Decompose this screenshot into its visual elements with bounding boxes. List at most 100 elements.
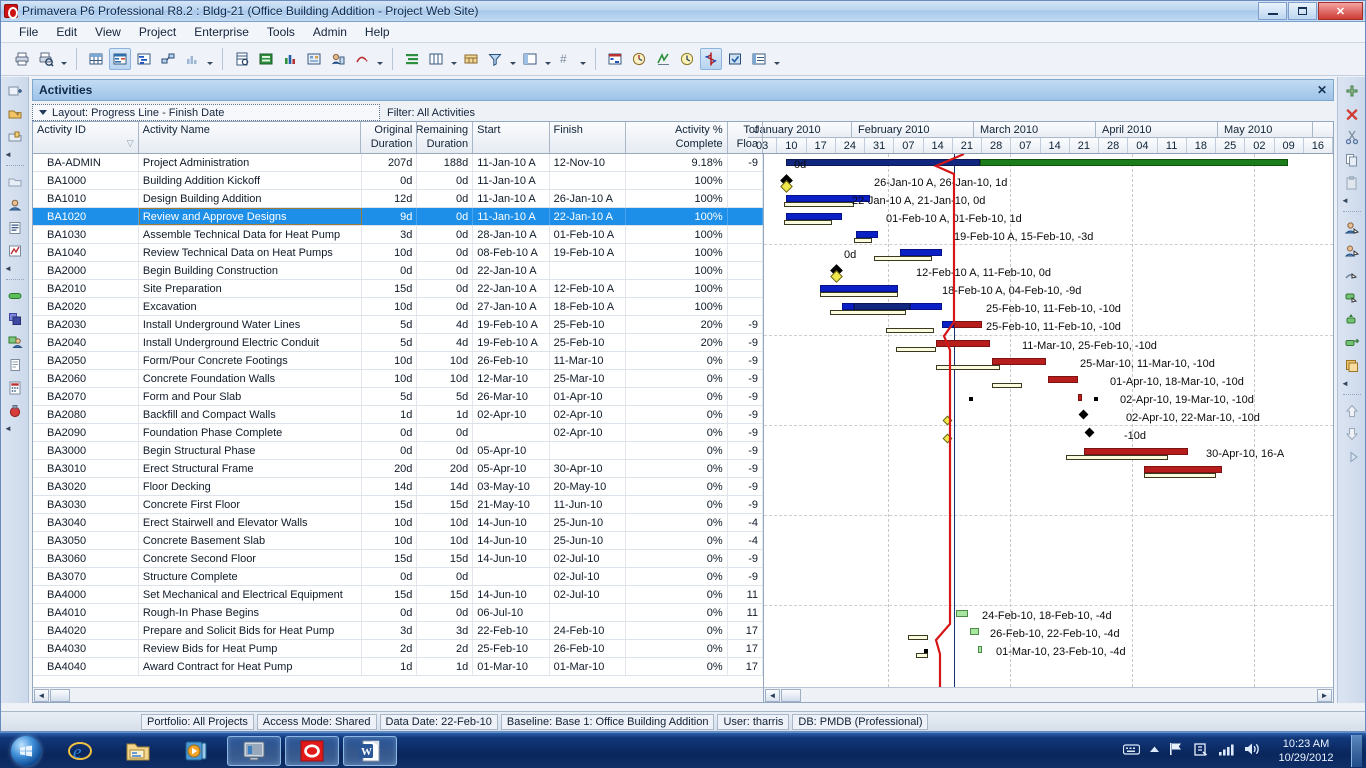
cell-id[interactable]: BA1030 [33, 226, 139, 243]
cell-id[interactable]: BA4010 [33, 604, 139, 621]
cell-finish[interactable]: 20-May-10 [550, 478, 626, 495]
cell-pct[interactable]: 0% [626, 442, 728, 459]
team-icon[interactable] [4, 332, 26, 352]
cell-tf[interactable]: 11 [728, 604, 763, 621]
cell-tf[interactable] [728, 208, 763, 225]
fill-down-icon[interactable] [1341, 356, 1363, 376]
cell-id[interactable]: BA3030 [33, 496, 139, 513]
cell-od[interactable]: 0d [362, 568, 418, 585]
cell-id[interactable]: BA2080 [33, 406, 139, 423]
cell-pct[interactable]: 0% [626, 658, 728, 675]
copy-icon[interactable] [1341, 150, 1363, 170]
column-header-activity-percent-complete[interactable]: Activity % Complete [626, 122, 728, 153]
cell-rd[interactable]: 14d [417, 478, 474, 495]
taskbar-media-player[interactable] [169, 736, 223, 766]
table-row[interactable]: BA3020 Floor Decking 14d 14d 03-May-10 20-May… [33, 478, 763, 496]
cell-start[interactable] [473, 424, 550, 441]
cell-start[interactable]: 14-Jun-10 [473, 586, 550, 603]
table-row[interactable]: BA3030 Concrete First Floor 15d 15d 21-May-1… [33, 496, 763, 514]
cell-tf[interactable]: -9 [728, 388, 763, 405]
gantt-bar[interactable] [942, 321, 954, 329]
activity-usage-profile-icon[interactable] [181, 48, 203, 70]
gantt-bar[interactable] [970, 628, 979, 636]
network-flag-icon[interactable] [1169, 742, 1185, 759]
cell-tf[interactable]: -9 [728, 370, 763, 387]
layout-selector[interactable]: Layout: Progress Line - Finish Date [32, 104, 380, 121]
cell-od[interactable]: 2d [362, 640, 418, 657]
scroll-left-icon[interactable]: ◄ [34, 688, 49, 702]
cell-name[interactable]: Concrete Basement Slab [139, 532, 362, 549]
cell-rd[interactable]: 0d [417, 208, 474, 225]
tracking-icon[interactable] [4, 241, 26, 261]
maximize-button[interactable] [1288, 2, 1317, 20]
progress-line-icon[interactable] [700, 48, 722, 70]
gantt-bar[interactable] [956, 610, 968, 618]
cell-start[interactable]: 11-Jan-10 A [473, 190, 550, 207]
column-header-start[interactable]: Start [473, 122, 550, 153]
cell-start[interactable]: 22-Feb-10 [473, 622, 550, 639]
columns-icon[interactable] [425, 48, 447, 70]
taskbar-file-explorer[interactable] [111, 736, 165, 766]
cell-rd[interactable]: 2d [417, 640, 474, 657]
table-row[interactable]: BA2080 Backfill and Compact Walls 1d 1d 02-A… [33, 406, 763, 424]
cell-id[interactable]: BA2050 [33, 352, 139, 369]
table-row[interactable]: BA4020 Prepare and Solicit Bids for Heat … [33, 622, 763, 640]
minimize-button[interactable] [1258, 2, 1287, 20]
cell-id[interactable]: BA3040 [33, 514, 139, 531]
cell-tf[interactable] [728, 298, 763, 315]
cell-pct[interactable]: 0% [626, 406, 728, 423]
cell-id[interactable]: BA2070 [33, 388, 139, 405]
gantt-bar[interactable] [854, 303, 910, 311]
table-row[interactable]: BA2010 Site Preparation 15d 0d 22-Jan-10 A 12… [33, 280, 763, 298]
cell-tf[interactable]: -9 [728, 550, 763, 567]
cell-rd[interactable]: 20d [417, 460, 474, 477]
cell-id[interactable]: BA3060 [33, 550, 139, 567]
cell-od[interactable]: 0d [362, 442, 418, 459]
table-row[interactable]: BA2070 Form and Pour Slab 5d 5d 26-Mar-10 01-… [33, 388, 763, 406]
table-row[interactable]: BA3060 Concrete Second Floor 15d 15d 14-Jun-… [33, 550, 763, 568]
cell-rd[interactable]: 4d [417, 334, 474, 351]
cell-tf[interactable]: -4 [728, 514, 763, 531]
cell-rd[interactable]: 10d [417, 514, 474, 531]
cell-tf[interactable]: 17 [728, 640, 763, 657]
cell-od[interactable]: 10d [362, 298, 418, 315]
apply-actuals-icon[interactable] [652, 48, 674, 70]
cell-pct[interactable]: 100% [626, 244, 728, 261]
cell-finish[interactable]: 25-Jun-10 [550, 514, 626, 531]
move-up-icon[interactable] [1341, 401, 1363, 421]
cell-tf[interactable]: 11 [728, 586, 763, 603]
cell-name[interactable]: Erect Structural Frame [139, 460, 362, 477]
activity-network-icon[interactable] [157, 48, 179, 70]
cell-rd[interactable]: 1d [417, 658, 474, 675]
table-row[interactable]: BA3050 Concrete Basement Slab 10d 10d 14-Jun… [33, 532, 763, 550]
cell-start[interactable]: 14-Jun-10 [473, 514, 550, 531]
keyboard-icon[interactable] [1122, 743, 1141, 759]
taskbar-microsoft-word[interactable]: W [343, 735, 397, 766]
cell-name[interactable]: Assemble Technical Data for Heat Pump [139, 226, 362, 243]
cell-name[interactable]: Design Building Addition [139, 190, 362, 207]
menu-tools[interactable]: Tools [259, 23, 303, 41]
cell-finish[interactable]: 25-Feb-10 [550, 316, 626, 333]
assign-predecessor-icon[interactable] [1341, 264, 1363, 284]
cell-finish[interactable]: 01-Apr-10 [550, 388, 626, 405]
cell-od[interactable]: 20d [362, 460, 418, 477]
cell-start[interactable]: 14-Jun-10 [473, 550, 550, 567]
cell-pct[interactable]: 100% [626, 208, 728, 225]
cell-finish[interactable]: 25-Mar-10 [550, 370, 626, 387]
gantt-bar[interactable] [910, 303, 942, 311]
cell-tf[interactable]: -9 [728, 406, 763, 423]
cell-start[interactable]: 01-Mar-10 [473, 658, 550, 675]
cell-name[interactable]: Begin Structural Phase [139, 442, 362, 459]
cell-tf[interactable] [728, 190, 763, 207]
cell-start[interactable]: 22-Jan-10 A [473, 280, 550, 297]
cell-finish[interactable]: 02-Jul-10 [550, 550, 626, 567]
show-desktop-button[interactable] [1351, 734, 1362, 767]
cell-pct[interactable]: 0% [626, 532, 728, 549]
cell-finish[interactable]: 19-Feb-10 A [550, 244, 626, 261]
gantt-bar[interactable] [978, 646, 982, 654]
cell-finish[interactable]: 02-Apr-10 [550, 424, 626, 441]
table-row[interactable]: BA3070 Structure Complete 0d 0d 02-Jul-10 0% -… [33, 568, 763, 586]
cell-id[interactable]: BA2060 [33, 370, 139, 387]
cell-tf[interactable]: 17 [728, 658, 763, 675]
cell-id[interactable]: BA4030 [33, 640, 139, 657]
